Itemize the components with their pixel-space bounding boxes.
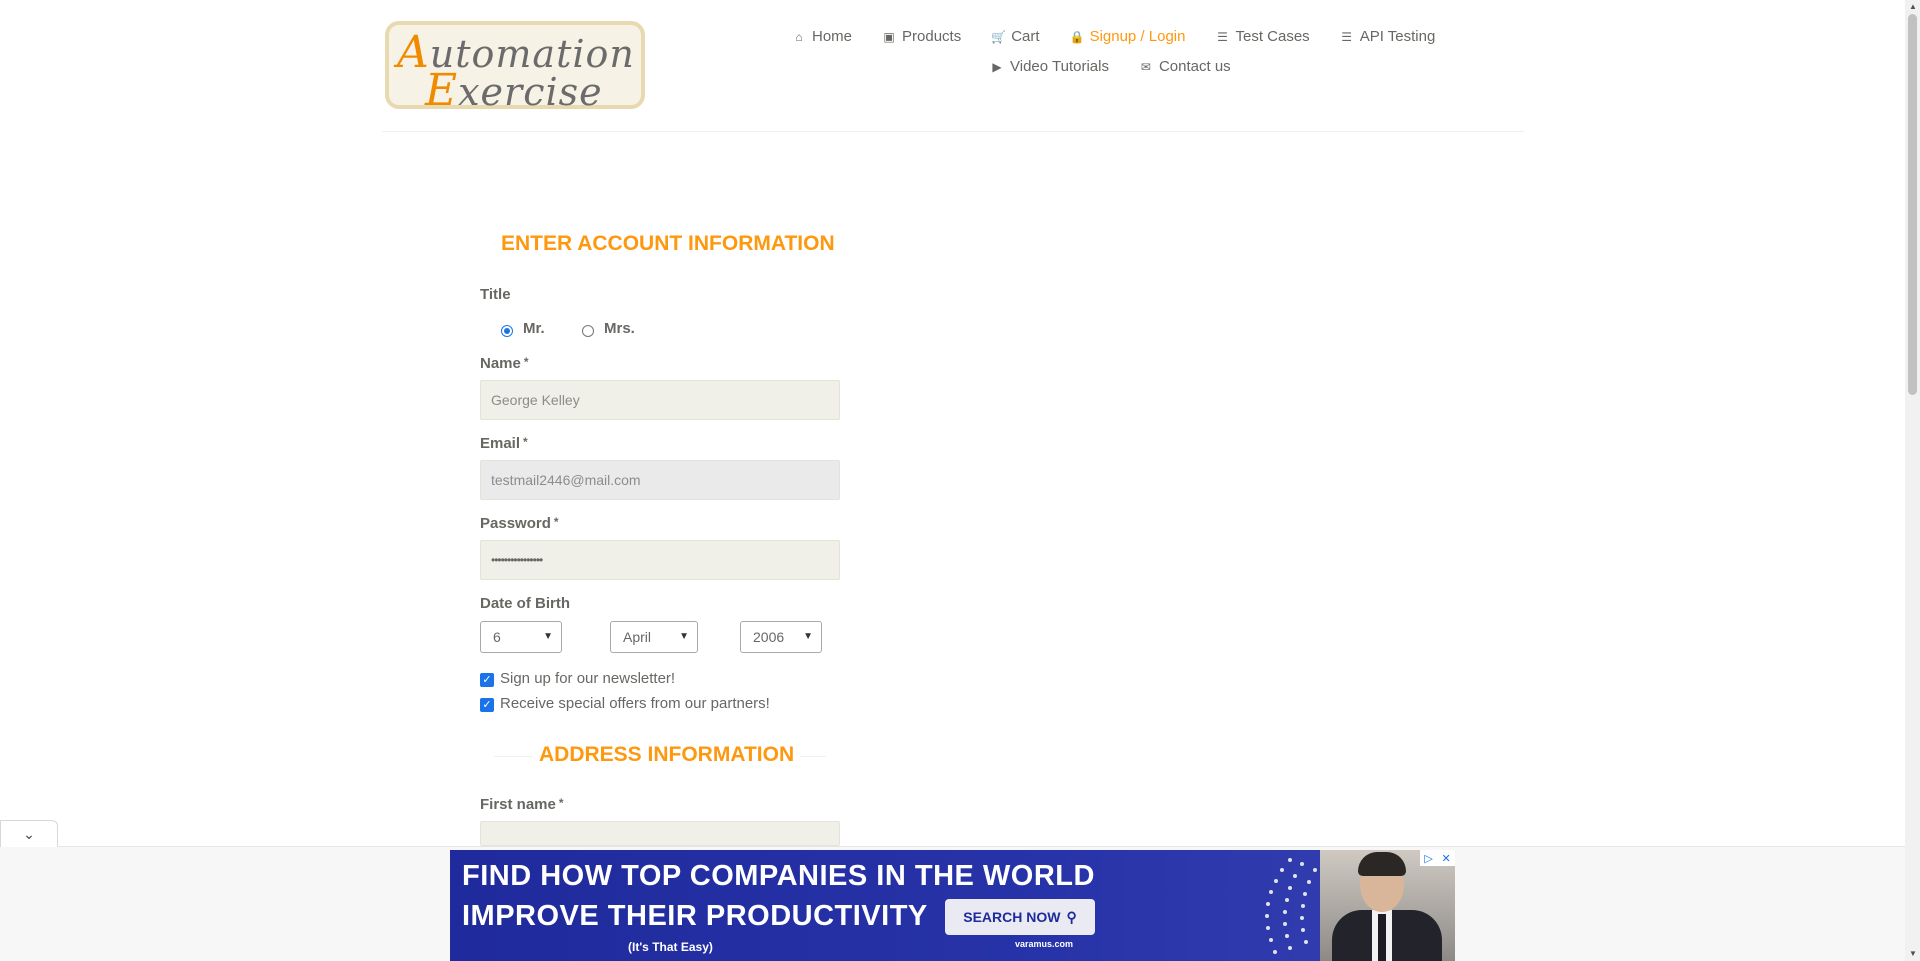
nav-api-testing[interactable]: ☰ API Testing <box>1340 28 1436 45</box>
home-icon: ⌂ <box>795 29 803 44</box>
password-value: •••••••••••••••• <box>491 553 543 567</box>
required-asterisk: * <box>523 355 529 369</box>
ad-headline-1: FIND HOW TOP COMPANIES IN THE WORLD <box>462 860 1095 892</box>
ad-person-image <box>1320 850 1455 961</box>
name-label-text: Name <box>480 355 521 372</box>
dob-year-select[interactable]: 2006 ▼ <box>740 621 822 653</box>
address-info-heading: ADDRESS INFORMATION <box>533 743 801 767</box>
required-asterisk: * <box>553 515 559 529</box>
dob-year-value: 2006 <box>753 629 785 645</box>
offers-label: Receive special offers from our partners… <box>500 695 770 712</box>
dob-month-select[interactable]: April ▼ <box>610 621 698 653</box>
first-name-label: First name * <box>480 796 564 813</box>
password-input[interactable]: •••••••••••••••• <box>480 540 840 580</box>
dob-day-select[interactable]: 6 ▼ <box>480 621 562 653</box>
nav-label: Contact us <box>1158 58 1231 75</box>
ad-brand: varamus.com <box>1015 939 1074 949</box>
chevron-down-icon: ▼ <box>543 631 553 642</box>
title-mr-label: Mr. <box>523 320 545 337</box>
newsletter-label: Sign up for our newsletter! <box>500 670 676 687</box>
logo-letter-e: E <box>425 65 459 116</box>
nav-home[interactable]: ⌂ Home <box>792 28 852 45</box>
ad-headline-2: IMPROVE THEIR PRODUCTIVITY <box>462 900 928 932</box>
account-info-heading: ENTER ACCOUNT INFORMATION <box>495 232 841 256</box>
scroll-thumb[interactable] <box>1908 14 1917 395</box>
nav-label: Home <box>812 28 853 45</box>
dob-day-value: 6 <box>493 629 501 645</box>
list-icon: ☰ <box>1217 29 1228 44</box>
nav-label: Products <box>902 28 962 45</box>
required-asterisk: * <box>523 435 528 449</box>
email-value: testmail2446@mail.com <box>491 472 641 488</box>
adchoices-icon[interactable]: ▷ <box>1424 852 1432 865</box>
briefcase-icon: ▣ <box>883 29 895 44</box>
ad-search-button[interactable]: SEARCH NOW ⚲ <box>945 899 1095 935</box>
ad-collapse-toggle[interactable]: ⌄ <box>0 820 58 847</box>
ad-controls: ▷ ✕ <box>1420 850 1455 866</box>
password-label-text: Password <box>480 515 551 532</box>
title-mr-radio[interactable] <box>501 325 513 337</box>
required-asterisk: * <box>558 796 564 810</box>
dob-month-value: April <box>623 629 652 645</box>
search-icon: ⚲ <box>1066 908 1077 925</box>
nav-label: Video Tutorials <box>1010 58 1109 75</box>
banner-ad[interactable]: FIND HOW TOP COMPANIES IN THE WORLD IMPR… <box>450 850 1455 961</box>
title-label: Title <box>480 286 511 303</box>
page-scrollbar[interactable]: ▲ ▼ <box>1905 0 1920 961</box>
first-name-label-text: First name <box>480 796 556 813</box>
nav-label: API Testing <box>1359 28 1436 45</box>
list-icon: ☰ <box>1341 29 1353 44</box>
name-label: Name * <box>480 355 529 372</box>
chevron-down-icon: ▼ <box>803 631 813 642</box>
nav-video-tutorials[interactable]: ▶ Video Tutorials <box>990 58 1109 75</box>
youtube-play-icon: ▶ <box>992 59 1002 74</box>
chevron-down-icon: ▼ <box>679 631 689 642</box>
chevron-down-icon: ⌄ <box>23 825 35 842</box>
nav-signup-login[interactable]: 🔒 Signup / Login <box>1070 28 1186 45</box>
nav-cart[interactable]: 🛒 Cart <box>991 28 1039 45</box>
header-divider <box>382 131 1524 132</box>
name-value: George Kelley <box>491 392 580 408</box>
page: Automation Exercise ⌂ Home ▣ Products 🛒 … <box>0 0 1905 961</box>
newsletter-checkbox[interactable]: ✓ <box>480 673 494 687</box>
logo-text-2: xercise <box>458 70 603 114</box>
ad-button-label: SEARCH NOW <box>963 909 1061 925</box>
scroll-down-arrow-icon[interactable]: ▼ <box>1909 950 1917 958</box>
scroll-up-arrow-icon[interactable]: ▲ <box>1909 3 1917 11</box>
nav-label: Cart <box>1011 28 1040 45</box>
email-label: Email * <box>480 435 528 452</box>
email-input[interactable]: testmail2446@mail.com <box>480 460 840 500</box>
first-name-input[interactable] <box>480 821 840 846</box>
lock-icon: 🔒 <box>1069 29 1085 44</box>
nav-label: Signup / Login <box>1089 28 1186 45</box>
envelope-icon: ✉ <box>1140 59 1151 74</box>
cart-icon: 🛒 <box>991 29 1007 44</box>
password-label: Password * <box>480 515 559 532</box>
ad-tagline: (It's That Easy) <box>628 940 713 954</box>
dob-label: Date of Birth <box>480 595 570 612</box>
title-mrs-label: Mrs. <box>604 320 635 337</box>
site-logo[interactable]: Automation Exercise <box>385 21 645 116</box>
close-icon[interactable]: ✕ <box>1441 852 1450 865</box>
nav-contact-us[interactable]: ✉ Contact us <box>1139 58 1231 75</box>
nav-test-cases[interactable]: ☰ Test Cases <box>1215 28 1310 45</box>
name-input[interactable]: George Kelley <box>480 380 840 420</box>
nav-label: Test Cases <box>1235 28 1310 45</box>
email-label-text: Email <box>480 435 521 452</box>
nav-products[interactable]: ▣ Products <box>882 28 961 45</box>
offers-checkbox[interactable]: ✓ <box>480 698 494 712</box>
title-mrs-radio[interactable] <box>582 325 594 337</box>
